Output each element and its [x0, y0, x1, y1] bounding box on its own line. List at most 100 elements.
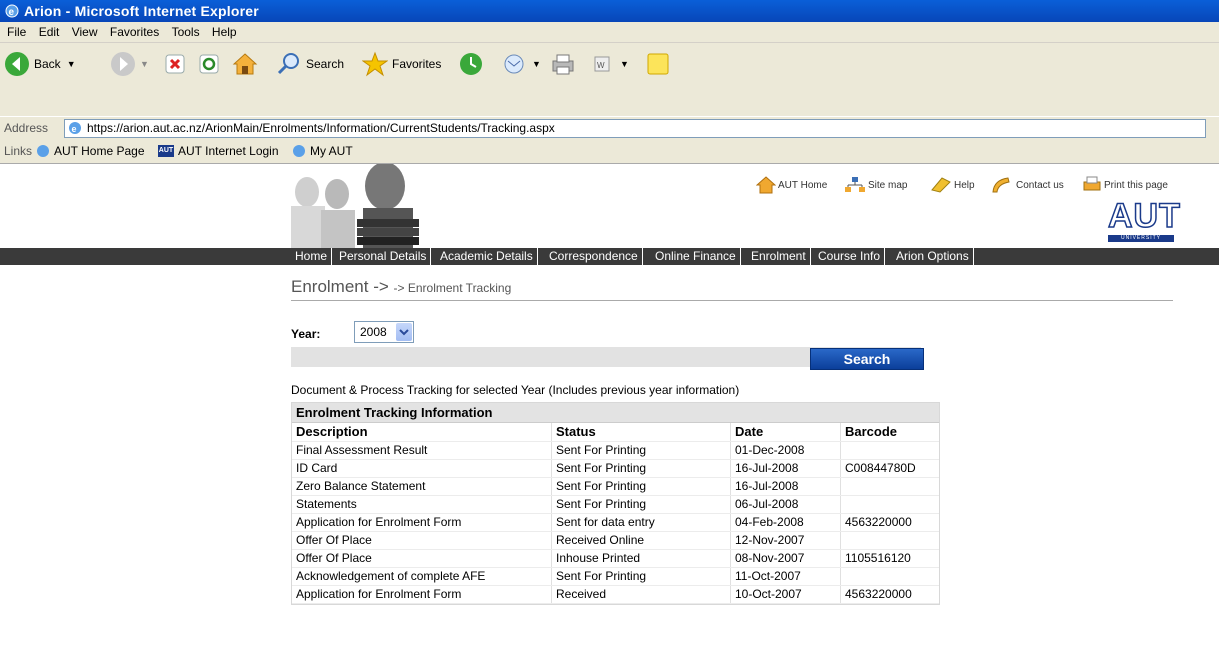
nav-academic-details[interactable]: Academic Details [436, 248, 538, 265]
menu-view[interactable]: View [72, 22, 98, 42]
cell-status: Sent For Printing [556, 569, 647, 583]
cell-status: Sent For Printing [556, 479, 647, 493]
cell-date: 08-Nov-2007 [735, 551, 805, 565]
forward-arrow-icon [111, 52, 135, 76]
cell-description: Offer Of Place [296, 533, 372, 547]
top-link-help[interactable]: Help [930, 176, 975, 194]
phone-icon [992, 177, 1010, 193]
svg-text:e: e [72, 124, 77, 134]
cell-date: 11-Oct-2007 [735, 569, 801, 583]
edit-document-icon: W [594, 56, 610, 72]
nav-course-info[interactable]: Course Info [814, 248, 886, 265]
printer-icon [1083, 176, 1101, 191]
menu-file[interactable]: File [7, 22, 26, 42]
mail-dropdown-icon[interactable]: ▼ [532, 49, 541, 79]
nav-arion-options[interactable]: Arion Options [892, 248, 974, 265]
favorites-star-icon [362, 51, 388, 77]
address-input[interactable]: e https://arion.aut.ac.nz/ArionMain/Enro… [64, 119, 1206, 138]
year-select[interactable]: 2008 [354, 321, 414, 343]
nav-personal-details[interactable]: Personal Details [335, 248, 432, 265]
top-link-aut-home[interactable]: AUT Home [756, 176, 827, 194]
refresh-button[interactable] [198, 49, 220, 79]
table-header-row: Description Status Date Barcode [292, 423, 939, 442]
cell-description: Final Assessment Result [296, 443, 428, 457]
menu-bar: File Edit View Favorites Tools Help [0, 22, 1219, 43]
page-title-main: Enrolment -> [291, 277, 389, 296]
tracking-table: Enrolment Tracking Information Descripti… [291, 402, 940, 605]
menu-help[interactable]: Help [212, 22, 237, 42]
column-divider [840, 460, 841, 477]
nav-online-finance[interactable]: Online Finance [651, 248, 741, 265]
window-title: Arion - Microsoft Internet Explorer [24, 3, 259, 19]
sticky-note-icon [647, 53, 669, 75]
top-link-label: AUT Home [778, 179, 828, 191]
link-aut-internet-login[interactable]: AUT AUT Internet Login [158, 139, 279, 163]
cell-description: Statements [296, 497, 357, 511]
header-description: Description [296, 424, 368, 439]
column-divider [551, 442, 552, 459]
back-button[interactable]: Back ▼ [4, 49, 76, 79]
nav-correspondence[interactable]: Correspondence [545, 248, 643, 265]
print-button[interactable] [550, 49, 576, 79]
printer-icon [552, 54, 574, 75]
menu-tools[interactable]: Tools [172, 22, 200, 42]
column-divider [730, 478, 731, 495]
page-title-sub: -> Enrolment Tracking [393, 281, 512, 295]
top-link-site-map[interactable]: Site map [844, 176, 907, 194]
cell-barcode: 4563220000 [845, 515, 912, 529]
column-divider [840, 514, 841, 531]
cell-barcode: C00844780D [845, 461, 916, 475]
header-barcode: Barcode [845, 424, 898, 439]
home-icon [232, 53, 258, 75]
table-row: Offer Of Place Received Online 12-Nov-2007 [292, 532, 939, 550]
forward-dropdown-icon[interactable]: ▼ [140, 49, 149, 79]
header-status: Status [556, 424, 596, 439]
search-toolbar-button[interactable]: Search [276, 49, 344, 79]
menu-edit[interactable]: Edit [39, 22, 60, 42]
top-link-label: Site map [868, 179, 908, 191]
history-icon [460, 53, 482, 75]
search-button[interactable]: Search [810, 348, 924, 370]
back-dropdown-icon[interactable]: ▼ [67, 49, 76, 79]
year-value: 2008 [360, 325, 387, 339]
history-button[interactable] [458, 49, 484, 79]
favorites-button[interactable]: Favorites [362, 49, 441, 79]
table-row: Zero Balance Statement Sent For Printing 1… [292, 478, 939, 496]
cell-date: 10-Oct-2007 [735, 587, 802, 601]
column-divider [730, 550, 731, 567]
link-aut-home-page[interactable]: AUT Home Page [36, 139, 145, 163]
link-my-aut[interactable]: My AUT [292, 139, 353, 163]
year-label: Year: [291, 327, 321, 341]
chevron-down-icon[interactable] [396, 323, 412, 341]
column-divider [730, 514, 731, 531]
nav-enrolment[interactable]: Enrolment [747, 248, 811, 265]
column-divider [730, 568, 731, 585]
back-arrow-icon [5, 52, 29, 76]
stop-button[interactable] [164, 49, 186, 79]
cell-date: 12-Nov-2007 [735, 533, 805, 547]
notes-button[interactable] [646, 49, 670, 79]
forward-button[interactable]: ▼ [110, 49, 149, 79]
browser-toolbar: Back ▼ ▼ Search Favorites ▼ W ▼ [0, 43, 1219, 116]
home-button[interactable] [232, 49, 258, 79]
top-link-print-this-page[interactable]: Print this page [1082, 176, 1168, 194]
menu-favorites[interactable]: Favorites [110, 22, 159, 42]
window-title-bar: e Arion - Microsoft Internet Explorer [0, 0, 1219, 22]
nav-home[interactable]: Home [291, 248, 333, 265]
edit-dropdown-icon[interactable]: ▼ [620, 49, 629, 79]
tracking-description: Document & Process Tracking for selected… [291, 383, 740, 397]
mail-button[interactable]: ▼ [502, 49, 541, 79]
cell-date: 06-Jul-2008 [735, 497, 799, 511]
top-link-contact-us[interactable]: Contact us [990, 176, 1064, 194]
cell-date: 16-Jul-2008 [735, 479, 799, 493]
cell-status: Sent For Printing [556, 497, 647, 511]
aut-logo[interactable]: AUT UNIVERSITY [1107, 196, 1181, 243]
cell-description: Acknowledgement of complete AFE [296, 569, 486, 583]
column-divider [730, 532, 731, 549]
edit-button[interactable]: W ▼ [592, 49, 629, 79]
help-icon [931, 177, 951, 193]
address-label: Address [4, 121, 49, 135]
svg-text:W: W [597, 61, 605, 70]
cell-description: Application for Enrolment Form [296, 587, 462, 601]
column-divider [551, 460, 552, 477]
